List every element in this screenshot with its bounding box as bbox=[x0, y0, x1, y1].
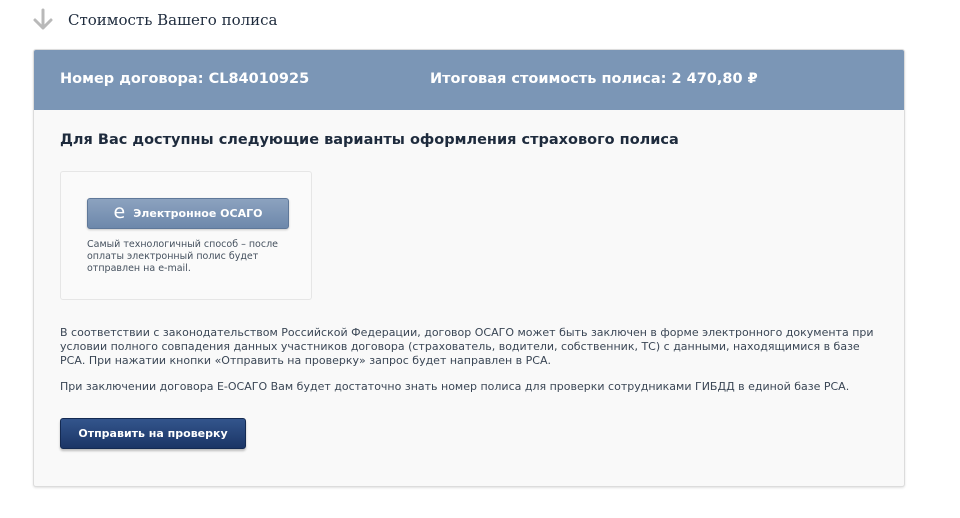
e-letter-icon: e bbox=[113, 200, 126, 223]
submit-for-check-button[interactable]: Отправить на проверку bbox=[60, 418, 246, 449]
arrow-down-icon bbox=[33, 8, 53, 30]
eosago-description: Самый технологичный способ – после оплат… bbox=[87, 239, 279, 274]
contract-number: Номер договора: CL84010925 bbox=[60, 71, 310, 87]
legal-paragraph-2: При заключении договора Е-ОСАГО Вам буде… bbox=[60, 380, 850, 393]
eosago-button[interactable]: e Электронное ОСАГО bbox=[87, 198, 289, 229]
policy-card: Номер договора: CL84010925 Итоговая стои… bbox=[33, 49, 905, 487]
card-header: Номер договора: CL84010925 Итоговая стои… bbox=[34, 50, 904, 110]
section-header: Стоимость Вашего полиса bbox=[32, 8, 277, 32]
eosago-button-label: Электронное ОСАГО bbox=[133, 207, 263, 220]
options-title: Для Вас доступны следующие варианты офор… bbox=[60, 132, 679, 148]
legal-paragraph-1: В соответствии с законодательством Росси… bbox=[60, 326, 874, 367]
eosago-option: e Электронное ОСАГО Самый технологичный … bbox=[60, 171, 312, 300]
section-title: Стоимость Вашего полиса bbox=[68, 11, 278, 29]
total-cost: Итоговая стоимость полиса: 2 470,80 ₽ bbox=[430, 71, 758, 87]
